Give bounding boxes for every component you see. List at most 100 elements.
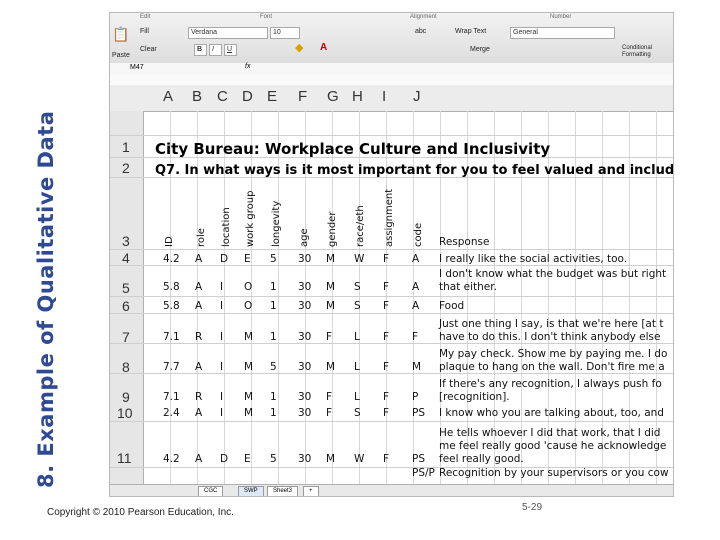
font-name-select[interactable]: Verdana — [188, 27, 268, 39]
response-text[interactable]: feel really good. — [439, 453, 524, 465]
italic-button[interactable]: I — [209, 44, 222, 56]
row-number[interactable]: 10 — [117, 405, 133, 421]
table-cell[interactable]: 4.2 — [163, 253, 180, 265]
table-cell[interactable]: L — [354, 361, 360, 373]
table-cell[interactable]: F — [383, 253, 389, 265]
column-header[interactable]: F — [298, 88, 307, 105]
table-cell[interactable]: 1 — [270, 331, 277, 343]
table-cell[interactable]: F — [383, 300, 389, 312]
table-cell[interactable]: 7.7 — [163, 361, 180, 373]
table-cell[interactable]: R — [195, 331, 202, 343]
table-cell[interactable]: F — [383, 407, 389, 419]
table-cell[interactable]: 5.8 — [163, 300, 180, 312]
table-cell[interactable]: PS — [412, 407, 425, 419]
table-cell[interactable]: M — [326, 453, 335, 465]
bold-button[interactable]: B — [194, 44, 207, 56]
table-cell[interactable]: M — [244, 331, 253, 343]
table-cell[interactable]: 2.4 — [163, 407, 180, 419]
fill-color-icon[interactable]: ◆ — [295, 43, 303, 54]
response-text[interactable]: that either. — [439, 281, 497, 293]
table-cell[interactable]: 30 — [298, 453, 311, 465]
clear-button[interactable]: Clear — [140, 45, 157, 55]
table-cell[interactable]: A — [412, 281, 419, 293]
table-cell[interactable]: M — [244, 361, 253, 373]
response-text[interactable]: Recognition by your supervisors or you c… — [439, 467, 669, 479]
table-cell[interactable]: M — [326, 281, 335, 293]
table-cell[interactable]: 30 — [298, 361, 311, 373]
table-cell[interactable]: M — [326, 300, 335, 312]
table-cell[interactable]: 7.1 — [163, 391, 180, 403]
table-cell[interactable]: 5 — [270, 253, 277, 265]
table-cell[interactable]: 30 — [298, 407, 311, 419]
row-number[interactable]: 3 — [122, 233, 130, 249]
table-cell[interactable]: 1 — [270, 300, 277, 312]
table-cell[interactable]: 5 — [270, 453, 277, 465]
column-header[interactable]: G — [327, 88, 339, 105]
column-header[interactable]: H — [352, 88, 363, 105]
table-cell[interactable]: M — [244, 391, 253, 403]
table-cell[interactable]: W — [354, 253, 364, 265]
table-cell[interactable]: O — [244, 300, 252, 312]
table-cell[interactable]: F — [326, 391, 332, 403]
table-cell[interactable]: M — [326, 361, 335, 373]
underline-button[interactable]: U — [224, 44, 237, 56]
wrap-text-button[interactable]: Wrap Text — [455, 27, 486, 37]
paste-button[interactable]: Paste — [112, 51, 130, 61]
table-cell[interactable]: S — [354, 407, 361, 419]
response-text[interactable]: My pay check. Show me by paying me. I do — [439, 348, 667, 360]
table-cell[interactable]: M — [412, 361, 421, 373]
table-cell[interactable]: 30 — [298, 281, 311, 293]
table-cell[interactable]: F — [383, 453, 389, 465]
column-header[interactable]: B — [192, 88, 202, 105]
sheet-tab-cgc[interactable]: CGC — [198, 486, 224, 496]
table-cell[interactable]: M — [244, 407, 253, 419]
row-number[interactable]: 1 — [122, 139, 130, 155]
table-cell[interactable]: 7.1 — [163, 331, 180, 343]
response-text[interactable]: He tells whoever I did that work, that I… — [439, 427, 660, 439]
table-cell[interactable]: 30 — [298, 300, 311, 312]
response-text[interactable]: me feel really good 'cause he acknowledg… — [439, 440, 666, 452]
table-cell[interactable]: I — [220, 407, 223, 419]
table-cell[interactable]: I — [220, 281, 223, 293]
row-number[interactable]: 6 — [122, 298, 130, 314]
table-cell[interactable]: E — [244, 453, 251, 465]
table-cell[interactable]: L — [354, 331, 360, 343]
table-cell[interactable]: L — [354, 391, 360, 403]
table-cell[interactable]: S — [354, 281, 361, 293]
table-cell[interactable]: 5 — [270, 361, 277, 373]
response-text[interactable]: I really like the social activities, too… — [439, 253, 627, 265]
column-header[interactable]: C — [217, 88, 228, 105]
table-cell[interactable]: A — [412, 253, 419, 265]
table-cell[interactable]: W — [354, 453, 364, 465]
table-cell[interactable]: PS/P — [412, 467, 435, 479]
table-cell[interactable]: I — [220, 331, 223, 343]
row-number[interactable]: 4 — [122, 250, 130, 266]
table-cell[interactable]: F — [326, 331, 332, 343]
row-number[interactable]: 5 — [122, 280, 130, 296]
table-cell[interactable]: F — [383, 331, 389, 343]
response-text[interactable]: Just one thing I say, is that we're here… — [439, 318, 663, 330]
fill-button[interactable]: Fill — [140, 27, 149, 37]
table-cell[interactable]: I — [220, 361, 223, 373]
font-size-select[interactable]: 10 — [270, 27, 300, 39]
table-cell[interactable]: 30 — [298, 331, 311, 343]
table-cell[interactable]: A — [412, 300, 419, 312]
table-cell[interactable]: A — [195, 407, 202, 419]
row-number[interactable]: 2 — [122, 160, 130, 176]
table-cell[interactable]: A — [195, 453, 202, 465]
add-sheet-button[interactable]: + — [303, 486, 319, 496]
table-cell[interactable]: R — [195, 391, 202, 403]
number-format-select[interactable]: General — [510, 27, 615, 39]
column-header[interactable]: E — [267, 88, 277, 105]
table-cell[interactable]: 5.8 — [163, 281, 180, 293]
table-cell[interactable]: E — [244, 253, 251, 265]
table-cell[interactable]: 30 — [298, 391, 311, 403]
table-cell[interactable]: O — [244, 281, 252, 293]
response-text[interactable]: Food — [439, 300, 464, 312]
table-cell[interactable]: M — [326, 253, 335, 265]
response-text[interactable]: If there's any recognition, I always pus… — [439, 378, 662, 390]
table-cell[interactable]: 4.2 — [163, 453, 180, 465]
response-text[interactable]: plaque to hang on the wall. Don't fire m… — [439, 361, 665, 373]
column-header[interactable]: D — [242, 88, 253, 105]
column-header[interactable]: J — [413, 88, 421, 105]
